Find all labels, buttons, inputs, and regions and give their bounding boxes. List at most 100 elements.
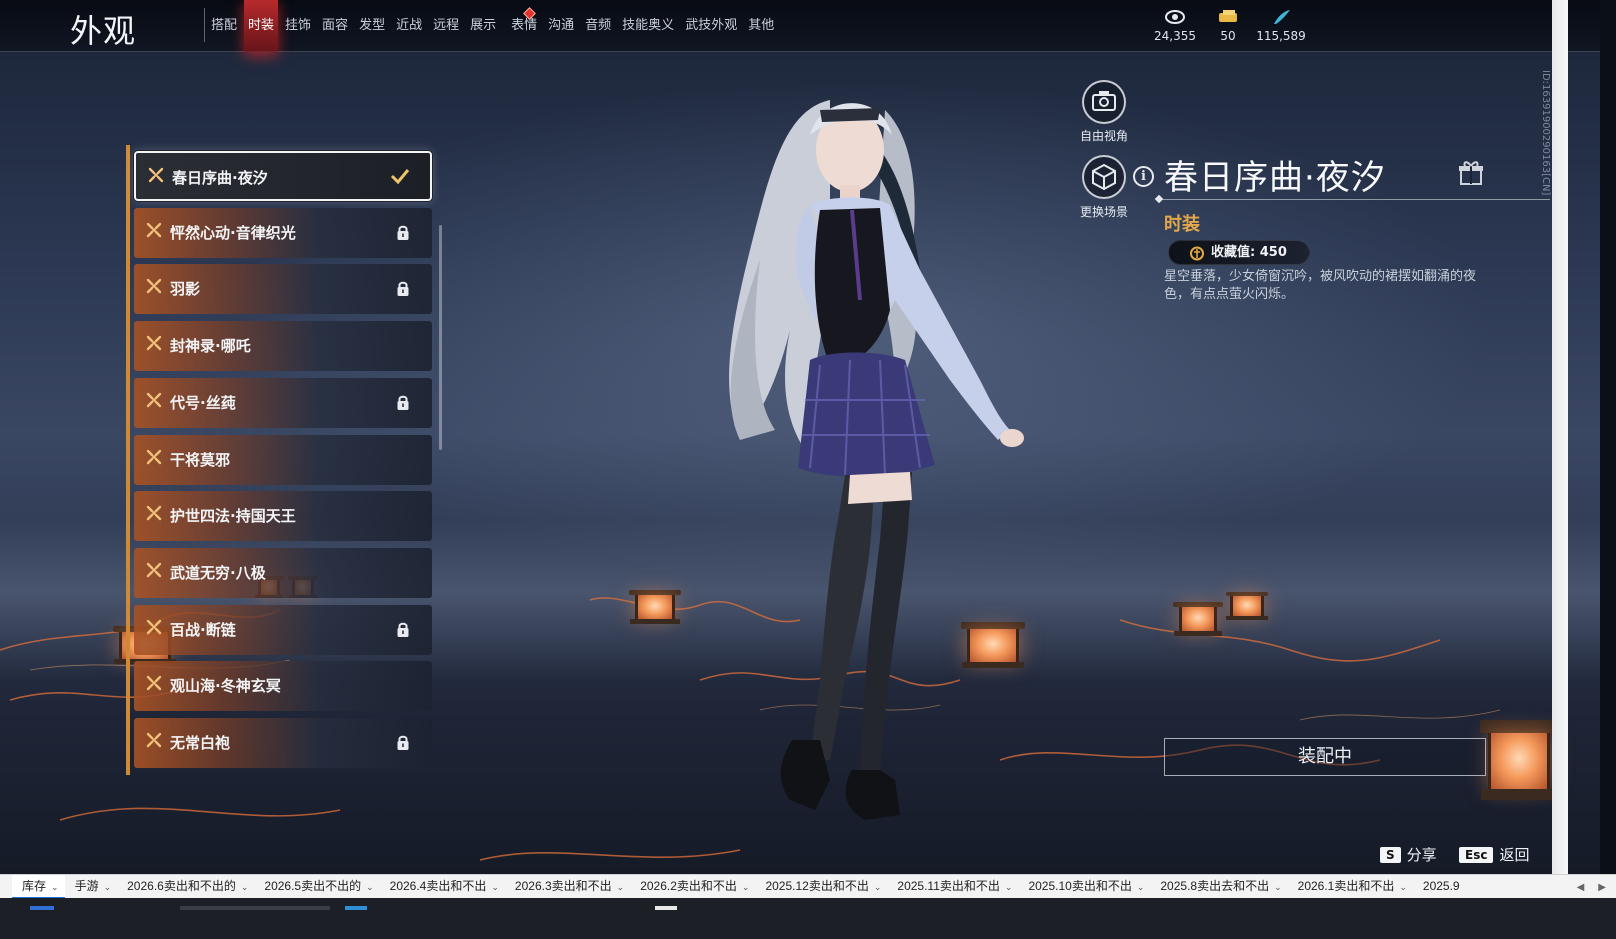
- tab-martial-appearance[interactable]: 武技外观: [681, 0, 741, 52]
- os-taskbar: [0, 898, 1616, 939]
- chevron-down-icon: ⌄: [1399, 881, 1407, 892]
- outfit-type-icon: [146, 562, 162, 578]
- tab-ranged[interactable]: 远程: [429, 0, 463, 52]
- lock-icon: [397, 395, 409, 410]
- sheet-tab-label: 2026.2卖出和不出: [640, 878, 737, 893]
- sheet-tab-label: 2025.12卖出和不出: [765, 878, 869, 893]
- outfit-description: 星空垂落，少女倚窗沉吟，被风吹动的裙摆如翻涌的夜色，有点点萤火闪烁。: [1164, 269, 1477, 302]
- collection-coin-icon: [1190, 246, 1204, 261]
- lock-icon: [397, 622, 409, 637]
- character-model[interactable]: [680, 80, 1040, 840]
- tab-accessory[interactable]: 挂饰: [281, 0, 315, 52]
- currency-3[interactable]: 115,589: [1246, 8, 1316, 43]
- title-divider: [204, 8, 205, 42]
- outfit-item-name: 武道无穷·八极: [170, 563, 266, 582]
- tab-audio[interactable]: 音频: [581, 0, 615, 52]
- outfit-item[interactable]: 百战·断链: [134, 604, 432, 655]
- page-title: 外观: [70, 12, 137, 50]
- sheet-prev-icon[interactable]: ◀: [1577, 882, 1585, 893]
- sheet-tab[interactable]: 2025.8卖出去和不出 ⌄: [1150, 875, 1287, 899]
- outfit-item[interactable]: 怦然心动·音律织光: [134, 207, 432, 258]
- sheet-tab[interactable]: 2025.9: [1413, 875, 1466, 899]
- outfit-item[interactable]: 护世四法·持国天王: [134, 491, 432, 542]
- tab-communication[interactable]: 沟通: [544, 0, 578, 52]
- sheet-tab-label: 2025.11卖出和不出: [897, 878, 1000, 893]
- info-icon[interactable]: i: [1133, 166, 1154, 187]
- change-scene-label: 更换场景: [1079, 205, 1128, 219]
- sheet-tab[interactable]: 2025.12卖出和不出 ⌄: [755, 875, 887, 899]
- tab-outfit-set[interactable]: 搭配: [207, 0, 241, 52]
- chevron-down-icon: ⌄: [51, 881, 59, 892]
- outfit-item[interactable]: 观山海·冬神玄冥: [134, 661, 432, 712]
- share-key: S: [1380, 846, 1401, 863]
- outfit-item[interactable]: 无常白袍: [134, 718, 432, 768]
- sheet-tab[interactable]: 2026.6卖出和不出的 ⌄: [117, 875, 254, 899]
- currency-3-value: 115,589: [1256, 29, 1306, 43]
- chevron-down-icon: ⌄: [103, 881, 112, 892]
- lantern: [1225, 592, 1269, 620]
- outfit-item-name: 春日序曲·夜汐: [172, 169, 268, 187]
- sheet-tab[interactable]: 2026.2卖出和不出 ⌄: [630, 875, 755, 899]
- sheet-tab[interactable]: 2026.4卖出和不出 ⌄: [380, 875, 505, 899]
- outfit-type-icon: [146, 335, 162, 351]
- chevron-down-icon: ⌄: [240, 881, 249, 892]
- equipped-button[interactable]: 装配中: [1164, 738, 1486, 776]
- collection-value-badge: 收藏值: 450: [1168, 240, 1310, 265]
- sheet-tab-label: 2026.4卖出和不出: [389, 878, 487, 893]
- tab-showcase[interactable]: 展示: [466, 0, 500, 52]
- outfit-item[interactable]: 封神录·哪吒: [134, 321, 432, 372]
- sheet-tab[interactable]: 2026.1卖出和不出 ⌄: [1288, 875, 1413, 899]
- sheet-tab[interactable]: 手游 ⌄: [65, 875, 118, 899]
- sheet-tab[interactable]: 2025.10卖出和不出 ⌄: [1018, 875, 1150, 899]
- back-key: Esc: [1459, 846, 1494, 863]
- sheet-tab[interactable]: 2025.11卖出和不出 ⌄: [887, 875, 1018, 899]
- taskbar-app-icon[interactable]: [655, 906, 677, 910]
- outfit-type-icon: [146, 732, 162, 748]
- chevron-down-icon: ⌄: [741, 881, 750, 892]
- outfit-item-name: 干将莫邪: [170, 450, 231, 469]
- outfit-item[interactable]: 武道无穷·八极: [134, 547, 432, 598]
- outfit-type-icon: [146, 619, 162, 634]
- tab-skill-ultimate[interactable]: 技能奥义: [618, 0, 678, 52]
- lantern: [1173, 602, 1223, 636]
- outfit-item-name: 护世四法·持国天王: [170, 507, 296, 526]
- outfit-item[interactable]: 羽影: [134, 264, 432, 315]
- sheet-nav: ◀ ▶: [1577, 875, 1606, 899]
- tab-other[interactable]: 其他: [744, 0, 778, 52]
- taskbar-app-icon[interactable]: [30, 906, 54, 910]
- sheet-tab-label: 2025.10卖出和不出: [1028, 878, 1132, 893]
- outfit-item[interactable]: 代号·丝莼: [134, 377, 432, 428]
- sheet-tab-list: 库存 ⌄ 手游 ⌄ 2026.6卖出和不出的 ⌄ 2026.5卖出不出的 ⌄ 2026.4卖出和…: [12, 874, 1466, 899]
- taskbar-app-icon[interactable]: [180, 906, 330, 910]
- share-hint[interactable]: S 分享: [1380, 844, 1437, 865]
- list-scrollbar[interactable]: [439, 225, 442, 450]
- sheet-next-icon[interactable]: ▶: [1598, 882, 1606, 893]
- lock-icon: [397, 225, 409, 240]
- sheet-tab[interactable]: 库存 ⌄: [12, 874, 65, 899]
- back-hint[interactable]: Esc 返回: [1459, 844, 1529, 865]
- collection-value-text: 收藏值: 450: [1211, 245, 1287, 260]
- outfit-type-icon: [146, 449, 162, 464]
- outfit-type-icon: [146, 505, 162, 521]
- change-scene-button[interactable]: [1082, 155, 1126, 199]
- tab-melee[interactable]: 近战: [392, 0, 426, 52]
- sheet-tab[interactable]: 2026.3卖出和不出 ⌄: [505, 875, 630, 899]
- sheet-tab-label: 2026.5卖出不出的: [264, 878, 362, 893]
- outfit-type-icon: [146, 676, 162, 691]
- outfit-item-name: 怦然心动·音律织光: [170, 223, 296, 242]
- gift-icon[interactable]: [1458, 160, 1484, 186]
- chevron-down-icon: ⌄: [491, 881, 499, 892]
- feather-icon: [1246, 8, 1316, 28]
- tab-emote[interactable]: 表情: [507, 0, 541, 52]
- tab-face[interactable]: 面容: [318, 0, 352, 52]
- taskbar-app-icon[interactable]: [345, 906, 367, 910]
- lantern: [1479, 720, 1559, 800]
- free-view-button[interactable]: [1082, 80, 1126, 124]
- chevron-down-icon: ⌄: [1004, 881, 1013, 892]
- tab-fashion[interactable]: 时装: [244, 0, 279, 52]
- tab-hairstyle[interactable]: 发型: [355, 0, 389, 52]
- sheet-tab[interactable]: 2026.5卖出不出的 ⌄: [254, 875, 379, 899]
- outfit-item[interactable]: 春日序曲·夜汐: [134, 151, 432, 201]
- outfit-item[interactable]: 干将莫邪: [134, 434, 432, 485]
- top-bar: 外观 搭配 时装 挂饰 面容 发型 近战 远程 展示 表情 沟通 音频 技能奥义…: [0, 0, 1600, 52]
